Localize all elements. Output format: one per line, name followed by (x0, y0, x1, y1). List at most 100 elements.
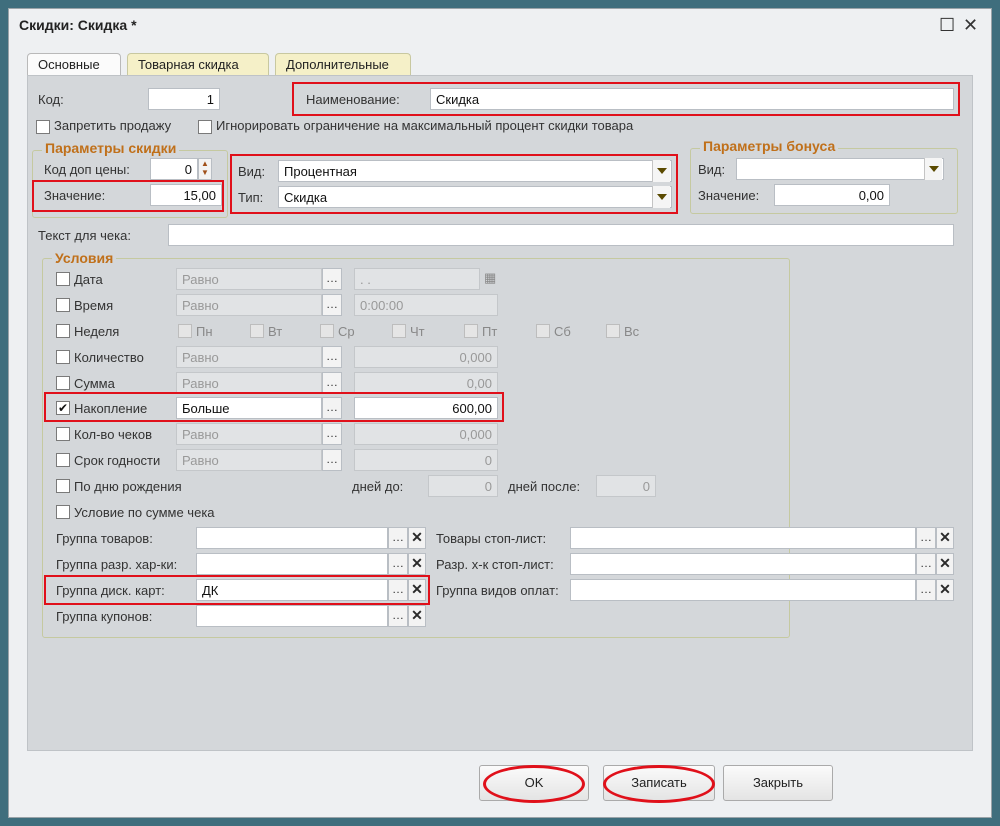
bonus-params-title: Параметры бонуса (700, 138, 839, 154)
checks-count-op-input[interactable]: Равно (176, 423, 322, 445)
days-before-input[interactable]: 0 (428, 475, 498, 497)
ignore-limit-label: Игнорировать ограничение на максимальный… (216, 118, 634, 133)
sum-checkbox[interactable] (56, 376, 70, 390)
discount-value-input[interactable]: 15,00 (150, 184, 222, 206)
sum-label: Сумма (74, 376, 115, 391)
tab-goods-discount[interactable]: Товарная скидка (127, 53, 269, 75)
code-input[interactable]: 1 (148, 88, 220, 110)
stop-char-label: Разр. х-к стоп-лист: (436, 557, 554, 572)
maximize-icon[interactable]: ☐ (939, 15, 955, 36)
accumulation-value-input[interactable]: 600,00 (354, 397, 498, 419)
quantity-label: Количество (74, 350, 144, 365)
days-after-input[interactable]: 0 (596, 475, 656, 497)
calendar-icon[interactable]: ▦ (484, 270, 496, 286)
receipt-text-input[interactable] (168, 224, 954, 246)
weekday-thu-label: Чт (410, 324, 425, 339)
quantity-op-choose-button[interactable]: … (322, 346, 342, 368)
goods-group-clear-icon[interactable]: ✕ (408, 527, 426, 549)
coupon-group-label: Группа купонов: (56, 609, 153, 624)
tab-additional[interactable]: Дополнительные (275, 53, 411, 75)
expiry-op-input[interactable]: Равно (176, 449, 322, 471)
expiry-op-choose-button[interactable]: … (322, 449, 342, 471)
weekday-sat-checkbox[interactable] (536, 324, 550, 338)
payment-group-clear-icon[interactable]: ✕ (936, 579, 954, 601)
char-group-clear-icon[interactable]: ✕ (408, 553, 426, 575)
write-button[interactable]: Записать (603, 765, 715, 801)
name-input[interactable]: Скидка (430, 88, 954, 110)
char-group-label: Группа разр. хар-ки: (56, 557, 178, 572)
stop-char-clear-icon[interactable]: ✕ (936, 553, 954, 575)
stop-goods-choose-button[interactable]: … (916, 527, 936, 549)
card-group-choose-button[interactable]: … (388, 579, 408, 601)
card-group-input[interactable]: ДК (196, 579, 388, 601)
char-group-choose-button[interactable]: … (388, 553, 408, 575)
quantity-op-input[interactable]: Равно (176, 346, 322, 368)
time-op-choose-button[interactable]: … (322, 294, 342, 316)
discount-params-title: Параметры скидки (42, 140, 180, 156)
coupon-group-choose-button[interactable]: … (388, 605, 408, 627)
birthday-label: По дню рождения (74, 479, 182, 494)
time-checkbox[interactable] (56, 298, 70, 312)
birthday-checkbox[interactable] (56, 479, 70, 493)
char-group-input[interactable] (196, 553, 388, 575)
payment-group-input[interactable] (570, 579, 916, 601)
bonus-vid-select[interactable] (736, 158, 944, 180)
weekday-mon-checkbox[interactable] (178, 324, 192, 338)
expiry-checkbox[interactable] (56, 453, 70, 467)
checks-count-label: Кол-во чеков (74, 427, 153, 442)
bonus-value-input[interactable]: 0,00 (774, 184, 890, 206)
ok-button[interactable]: OK (479, 765, 589, 801)
goods-group-label: Группа товаров: (56, 531, 153, 546)
week-checkbox[interactable] (56, 324, 70, 338)
forbid-sale-checkbox[interactable] (36, 120, 50, 134)
stop-goods-clear-icon[interactable]: ✕ (936, 527, 954, 549)
checks-count-checkbox[interactable] (56, 427, 70, 441)
date-checkbox[interactable] (56, 272, 70, 286)
days-before-label: дней до: (352, 479, 404, 494)
checks-count-op-choose-button[interactable]: … (322, 423, 342, 445)
accumulation-op-input[interactable]: Больше (176, 397, 322, 419)
dialog-window: Скидки: Скидка * ☐ ✕ Основные Товарная с… (8, 8, 992, 818)
quantity-checkbox[interactable] (56, 350, 70, 364)
time-value-input[interactable]: 0:00:00 (354, 294, 498, 316)
coupon-group-input[interactable] (196, 605, 388, 627)
price-code-input[interactable]: 0 (150, 158, 198, 180)
weekday-fri-checkbox[interactable] (464, 324, 478, 338)
expiry-value-input[interactable]: 0 (354, 449, 498, 471)
sum-op-input[interactable]: Равно (176, 372, 322, 394)
weekday-wed-checkbox[interactable] (320, 324, 334, 338)
goods-group-choose-button[interactable]: … (388, 527, 408, 549)
weekday-sun-checkbox[interactable] (606, 324, 620, 338)
vid-select[interactable]: Процентная (278, 160, 672, 182)
date-op-choose-button[interactable]: … (322, 268, 342, 290)
stop-goods-input[interactable] (570, 527, 916, 549)
date-value-input[interactable]: . . (354, 268, 480, 290)
receipt-sum-checkbox[interactable] (56, 505, 70, 519)
payment-group-choose-button[interactable]: … (916, 579, 936, 601)
quantity-value-input[interactable]: 0,000 (354, 346, 498, 368)
close-button[interactable]: Закрыть (723, 765, 833, 801)
stop-char-input[interactable] (570, 553, 916, 575)
ignore-limit-checkbox[interactable] (198, 120, 212, 134)
vid-dropdown-icon[interactable] (652, 160, 670, 182)
card-group-clear-icon[interactable]: ✕ (408, 579, 426, 601)
checks-count-value-input[interactable]: 0,000 (354, 423, 498, 445)
tab-main[interactable]: Основные (27, 53, 121, 76)
accumulation-checkbox[interactable]: ✔ (56, 401, 70, 415)
coupon-group-clear-icon[interactable]: ✕ (408, 605, 426, 627)
goods-group-input[interactable] (196, 527, 388, 549)
date-op-input[interactable]: Равно (176, 268, 322, 290)
bonus-vid-dropdown-icon[interactable] (924, 158, 942, 180)
accumulation-op-choose-button[interactable]: … (322, 397, 342, 419)
time-op-input[interactable]: Равно (176, 294, 322, 316)
price-code-spinner[interactable]: ▲ ▼ (198, 158, 212, 180)
tip-dropdown-icon[interactable] (652, 186, 670, 208)
weekday-thu-checkbox[interactable] (392, 324, 406, 338)
sum-op-choose-button[interactable]: … (322, 372, 342, 394)
tip-select[interactable]: Скидка (278, 186, 672, 208)
weekday-tue-checkbox[interactable] (250, 324, 264, 338)
receipt-sum-label: Условие по сумме чека (74, 505, 215, 520)
sum-value-input[interactable]: 0,00 (354, 372, 498, 394)
stop-char-choose-button[interactable]: … (916, 553, 936, 575)
close-icon[interactable]: ✕ (963, 15, 978, 36)
